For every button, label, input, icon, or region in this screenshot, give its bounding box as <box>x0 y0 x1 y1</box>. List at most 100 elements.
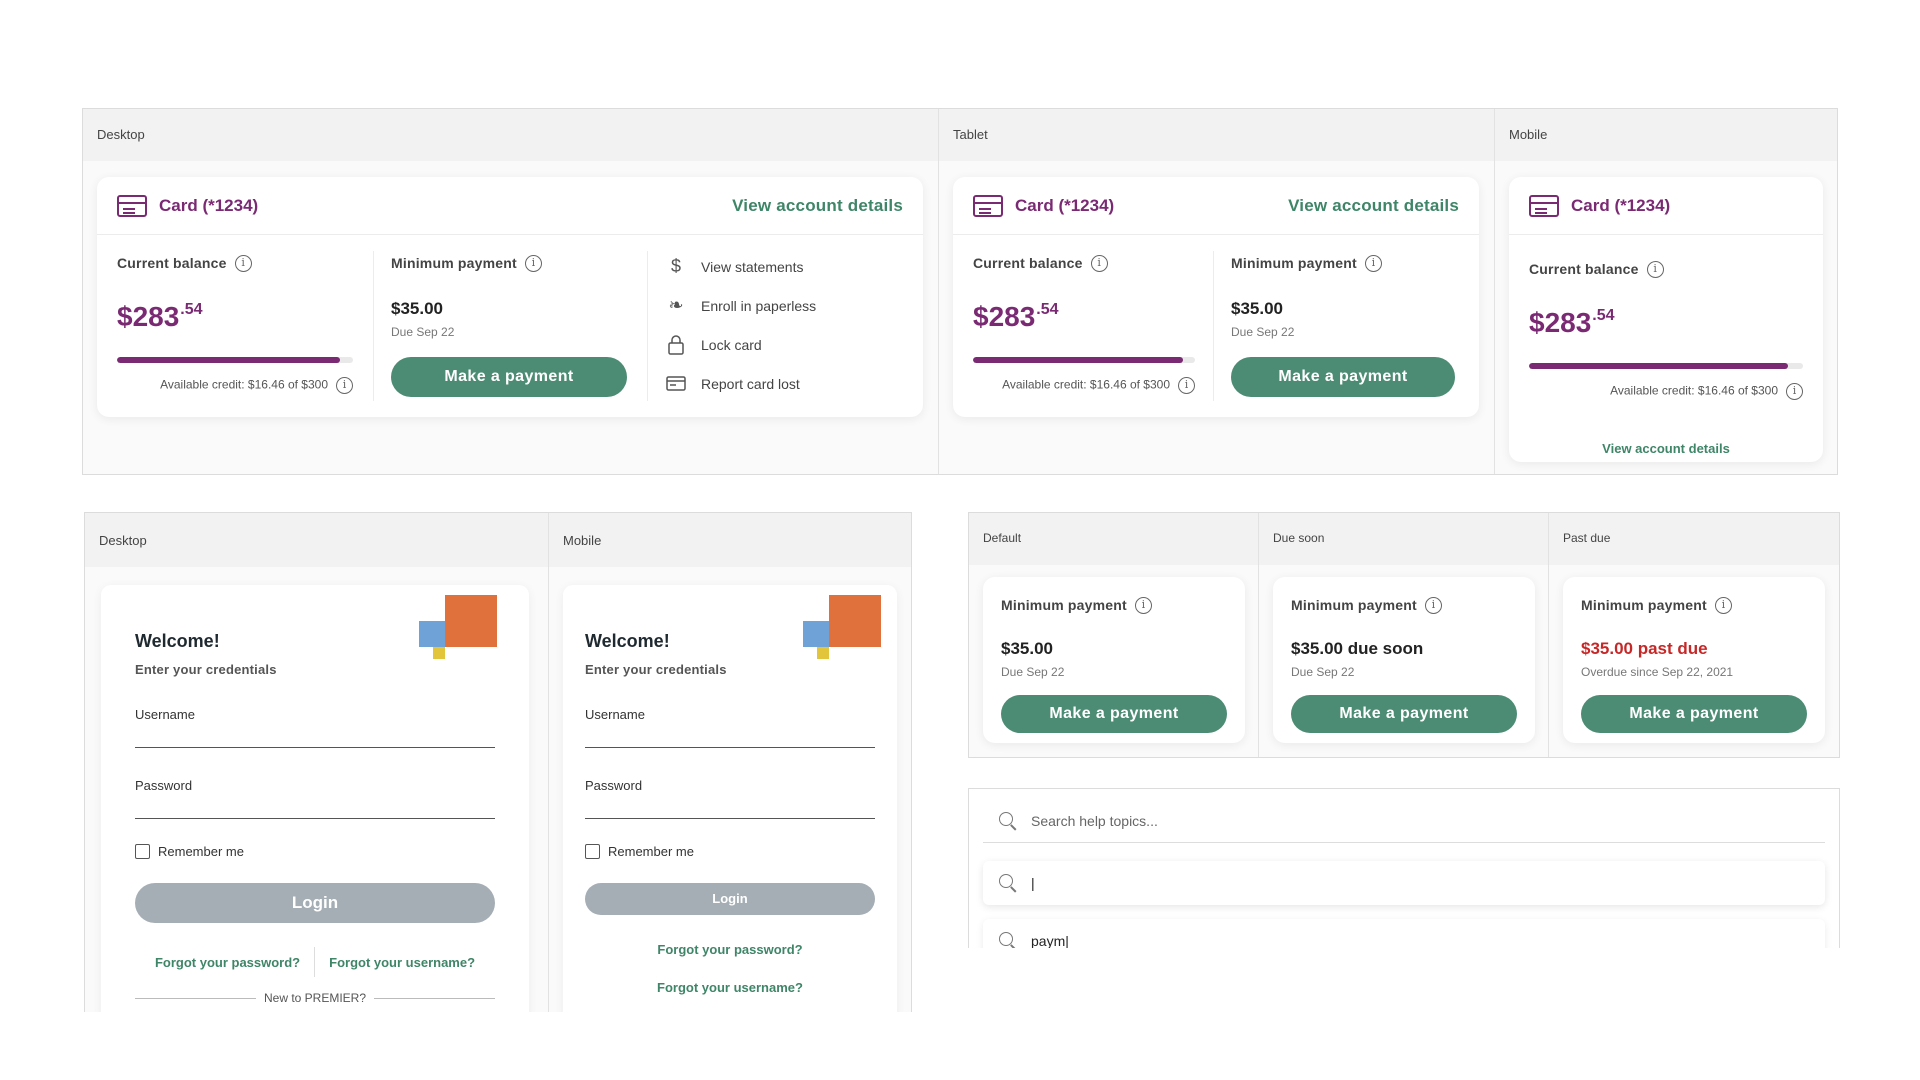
forgot-password-link[interactable]: Forgot your password? <box>155 955 300 970</box>
username-input[interactable] <box>135 722 495 748</box>
current-balance-label: Current balance <box>117 255 227 271</box>
credit-progress-fill <box>1529 363 1788 369</box>
make-payment-button[interactable]: Make a payment <box>1001 695 1227 733</box>
info-icon[interactable]: i <box>1134 597 1152 615</box>
credit-progress-bar <box>117 357 353 363</box>
balance-amount: $283.54 <box>973 301 1059 332</box>
remember-me-label: Remember me <box>608 844 694 860</box>
lock-icon <box>665 334 687 356</box>
account-summary-panel: Desktop Card (*1234) View account detail… <box>82 108 1838 475</box>
balance-section: Current balance i $283.54 Available credi… <box>1529 261 1803 458</box>
action-view-statements[interactable]: $ View statements <box>665 247 905 286</box>
info-icon[interactable]: i <box>234 255 252 273</box>
payment-card-default: Minimum payment i $35.00 Due Sep 22 Make … <box>983 577 1245 743</box>
min-payment-amount: $35.00 <box>391 299 443 318</box>
make-payment-button[interactable]: Make a payment <box>391 357 627 397</box>
column-header: Default <box>969 513 1258 565</box>
view-account-details-link[interactable]: View account details <box>732 196 903 216</box>
payment-amount: $35.00 <box>1001 639 1053 658</box>
balance-amount: $283.54 <box>117 301 203 332</box>
payment-states-panel: Default Minimum payment i $35.00 Due Sep … <box>968 512 1840 758</box>
credit-progress-bar <box>1529 363 1803 369</box>
info-icon[interactable]: i <box>1646 261 1664 279</box>
min-payment-label: Minimum payment <box>1581 597 1707 613</box>
remember-me-checkbox[interactable] <box>135 844 150 860</box>
make-payment-button[interactable]: Make a payment <box>1231 357 1455 397</box>
divider <box>314 947 316 977</box>
balance-section: Current balance i $283.54 Available credi… <box>117 255 353 394</box>
min-payment-amount: $35.00 <box>1231 299 1283 318</box>
min-payment-label: Minimum payment <box>1231 255 1357 271</box>
login-button[interactable]: Login <box>135 883 495 923</box>
make-payment-button[interactable]: Make a payment <box>1581 695 1807 733</box>
view-account-details-link[interactable]: View account details <box>1602 441 1730 456</box>
login-panel: Desktop Welcome! Enter your credentials … <box>84 512 912 1012</box>
remember-me-checkbox[interactable] <box>585 844 600 860</box>
info-icon[interactable]: i <box>1364 255 1382 273</box>
search-icon <box>999 811 1017 830</box>
password-input[interactable] <box>585 793 875 819</box>
divider <box>647 251 648 401</box>
search-typed-text: paym| <box>1031 933 1069 948</box>
forgot-username-link[interactable]: Forgot your username? <box>657 980 803 995</box>
login-button[interactable]: Login <box>585 883 875 915</box>
payment-card-due-soon: Minimum payment i $35.00 due soon Due Sep… <box>1273 577 1535 743</box>
mobile-column: Mobile Card (*1234) Current balance i $28… <box>1495 109 1837 474</box>
username-label: Username <box>585 707 645 722</box>
password-label: Password <box>585 778 643 793</box>
action-enroll-paperless[interactable]: ❧ Enroll in paperless <box>665 286 905 325</box>
tablet-column: Tablet Card (*1234) View account details… <box>939 109 1495 474</box>
credentials-subtitle: Enter your credentials <box>585 662 727 677</box>
search-icon <box>999 932 1017 948</box>
due-date: Due Sep 22 <box>391 325 455 339</box>
divider <box>373 251 374 401</box>
leaf-icon: ❧ <box>668 295 684 315</box>
available-credit: Available credit: $16.46 of $300 i <box>1529 383 1803 400</box>
due-date: Due Sep 22 <box>1231 325 1295 339</box>
username-input[interactable] <box>585 722 875 748</box>
action-lock-card[interactable]: Lock card <box>665 325 905 364</box>
search-cursor: | <box>1031 875 1035 891</box>
new-to-text: New to PREMIER? <box>263 991 367 1005</box>
info-icon[interactable]: i <box>336 377 353 394</box>
action-report-card-lost[interactable]: Report card lost <box>665 364 905 403</box>
column-header: Due soon <box>1259 513 1548 565</box>
password-input[interactable] <box>135 793 495 819</box>
login-desktop-column: Desktop Welcome! Enter your credentials … <box>85 513 549 1012</box>
search-input-typed[interactable]: paym| <box>983 919 1825 948</box>
make-payment-button[interactable]: Make a payment <box>1291 695 1517 733</box>
username-label: Username <box>135 707 195 722</box>
credit-progress-fill <box>973 357 1183 363</box>
info-icon[interactable]: i <box>1178 377 1195 394</box>
info-icon[interactable]: i <box>1714 597 1732 615</box>
account-card-desktop: Card (*1234) View account details Curren… <box>97 177 923 417</box>
card-title: Card (*1234) <box>1571 195 1671 215</box>
search-states-panel: Search help topics... | paym| <box>968 788 1840 948</box>
payment-card-past-due: Minimum payment i $35.00 past due Overdue… <box>1563 577 1825 743</box>
login-mobile-column: Mobile Welcome! Enter your credentials U… <box>549 513 911 1012</box>
card-header: Card (*1234) View account details <box>97 177 923 235</box>
forgot-username-link[interactable]: Forgot your username? <box>329 955 475 970</box>
search-icon <box>999 874 1017 892</box>
card-header: Card (*1234) <box>1509 177 1823 235</box>
current-balance-label: Current balance <box>1529 261 1639 277</box>
info-icon[interactable]: i <box>1786 383 1803 400</box>
min-payment-label: Minimum payment <box>1291 597 1417 613</box>
dollar-icon: $ <box>670 256 681 276</box>
info-icon[interactable]: i <box>1424 597 1442 615</box>
info-icon[interactable]: i <box>1090 255 1108 273</box>
card-actions: $ View statements ❧ Enroll in paperless Lo… <box>665 247 905 403</box>
column-header: Desktop <box>83 109 938 161</box>
credit-progress-fill <box>117 357 341 363</box>
search-input-empty[interactable]: Search help topics... <box>983 799 1825 843</box>
search-input-focused[interactable]: | <box>983 861 1825 905</box>
search-placeholder: Search help topics... <box>1031 812 1158 829</box>
remember-me-label: Remember me <box>158 844 244 860</box>
info-icon[interactable]: i <box>524 255 542 273</box>
forgot-password-link[interactable]: Forgot your password? <box>657 942 802 957</box>
column-header: Mobile <box>549 513 911 567</box>
payment-amount: $35.00 due soon <box>1291 639 1424 658</box>
view-account-details-link[interactable]: View account details <box>1288 196 1459 216</box>
new-to-divider: New to PREMIER? <box>135 991 495 1005</box>
available-credit: Available credit: $16.46 of $300 i <box>973 377 1195 394</box>
